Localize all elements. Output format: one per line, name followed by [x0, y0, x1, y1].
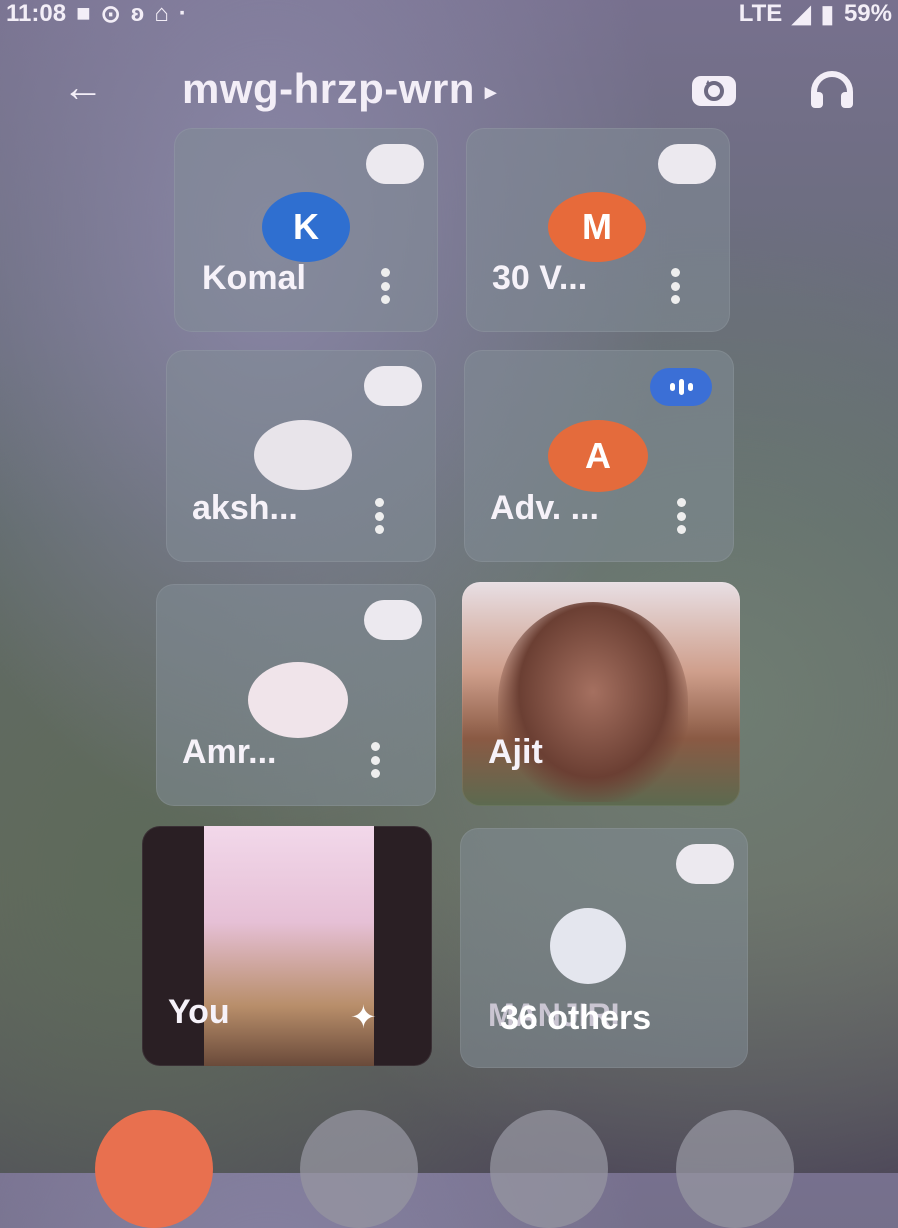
- app-icon: ⌂: [154, 0, 169, 27]
- more-options-icon[interactable]: [370, 742, 380, 778]
- participant-tile-komal[interactable]: K Komal: [174, 128, 438, 332]
- battery-percent: 59%: [843, 0, 892, 27]
- more-options-icon[interactable]: [374, 498, 384, 534]
- video-feed: [498, 602, 688, 802]
- muted-mic-icon: [364, 366, 422, 406]
- self-view-tile[interactable]: You ✦: [142, 826, 432, 1066]
- avatar-initial: K: [293, 206, 319, 247]
- participant-name: Amr...: [182, 733, 277, 771]
- participant-tile-5[interactable]: Amr...: [156, 584, 436, 806]
- avatar: A: [548, 420, 648, 492]
- more-options-icon[interactable]: [380, 268, 390, 304]
- muted-mic-icon: [364, 600, 422, 640]
- status-right: LTE ◢ ▮ 59%: [739, 0, 892, 29]
- others-tile[interactable]: MANJIRI 36 others: [460, 828, 748, 1068]
- back-arrow-icon[interactable]: ←: [62, 66, 104, 108]
- participant-name: Ajit: [488, 733, 543, 771]
- headphones-icon[interactable]: [806, 70, 858, 110]
- participant-name: aksh...: [192, 489, 298, 527]
- avatar: K: [262, 192, 350, 262]
- participant-name: Adv. ...: [490, 489, 599, 527]
- call-controls: [0, 1110, 898, 1228]
- muted-mic-icon: [658, 144, 716, 184]
- participant-name: 30 V...: [492, 259, 588, 297]
- network-label: LTE: [738, 0, 783, 27]
- camera-toggle-button[interactable]: [300, 1110, 418, 1228]
- mic-toggle-button[interactable]: [490, 1110, 608, 1228]
- others-count-label: 36 others: [500, 999, 652, 1037]
- more-options-icon[interactable]: [670, 268, 680, 304]
- bluetooth-icon: ʚ: [130, 0, 145, 27]
- dot-icon: ·: [178, 0, 187, 27]
- meeting-header: ← mwg-hrzp-wrn ▸: [0, 60, 898, 120]
- avatar: M: [548, 192, 646, 262]
- meeting-code: mwg-hrzp-wrn: [182, 65, 475, 112]
- end-call-button[interactable]: [95, 1110, 213, 1228]
- participant-tile-2[interactable]: M 30 V...: [466, 128, 730, 332]
- avatar-initial: M: [582, 206, 612, 247]
- avatar-initial: A: [585, 435, 611, 476]
- participant-tile-ajit-video[interactable]: Ajit: [462, 582, 740, 806]
- speaking-indicator-icon: [650, 368, 712, 406]
- effects-sparkle-icon[interactable]: ✦: [350, 998, 377, 1036]
- status-bar: 11:08 ■ ⊙ ʚ ⌂ · LTE ◢ ▮ 59%: [0, 0, 898, 28]
- participant-name: Komal: [202, 259, 306, 297]
- battery-icon: ▮: [820, 0, 834, 28]
- meeting-title[interactable]: mwg-hrzp-wrn ▸: [182, 66, 497, 115]
- participant-tile-4[interactable]: A Adv. ...: [464, 350, 734, 562]
- participant-name: You: [168, 993, 230, 1031]
- switch-camera-icon[interactable]: [688, 70, 740, 110]
- more-options-button[interactable]: [676, 1110, 794, 1228]
- participant-tile-3[interactable]: aksh...: [166, 350, 436, 562]
- avatar: [254, 420, 352, 490]
- avatar: [550, 908, 626, 984]
- signal-icon: ◢: [792, 0, 811, 28]
- alarm-icon: ⊙: [100, 0, 121, 28]
- status-time: 11:08: [6, 0, 67, 27]
- muted-mic-icon: [366, 144, 424, 184]
- status-left: 11:08 ■ ⊙ ʚ ⌂ ·: [6, 0, 187, 29]
- more-options-icon[interactable]: [676, 498, 686, 534]
- avatar: [248, 662, 348, 738]
- chevron-right-icon: ▸: [484, 78, 497, 104]
- muted-mic-icon: [676, 844, 734, 884]
- notification-icon: ■: [76, 0, 91, 27]
